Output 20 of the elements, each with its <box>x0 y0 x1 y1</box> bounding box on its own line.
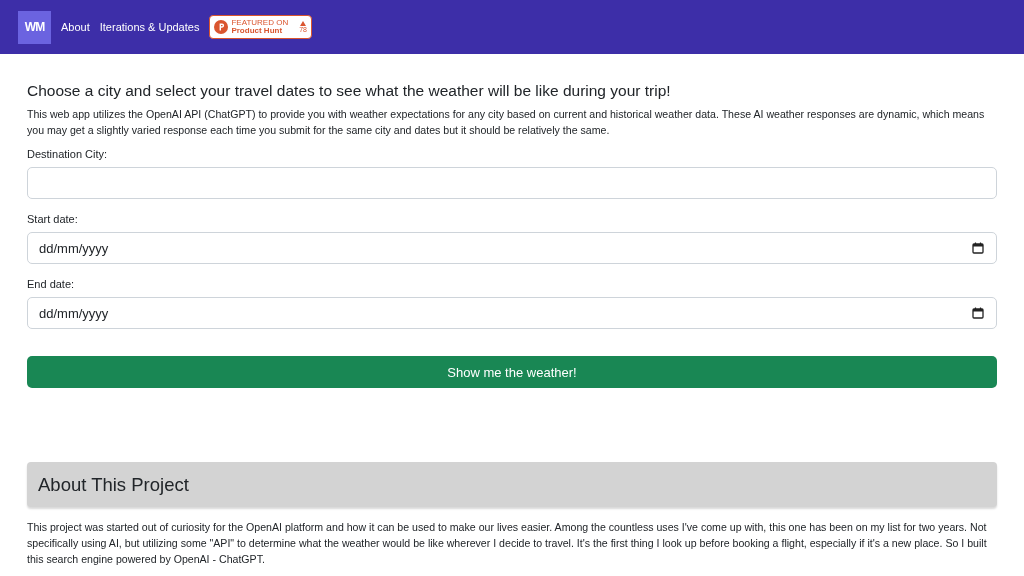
calendar-icon <box>972 242 984 254</box>
field-label: End date: <box>27 278 76 290</box>
page-heading: Choose a city and select your travel dates to see what the weather will be like during your trip! <box>27 82 672 100</box>
p-logo-icon <box>214 20 229 34</box>
intro-text: This web app utilizes the OpenAI API (ChatGPT) to provide you with weather expectations for any city based on current and historical weather data. These AI weather responses are dynamic, which means you may get a slightly varied response each time you submit for the same city and dates but it should be relatively the same. <box>27 107 986 138</box>
logo[interactable]: WM <box>18 10 51 44</box>
field-label: Start date: <box>27 213 79 225</box>
field-label: Destination City: <box>27 148 109 160</box>
city-input[interactable] <box>27 167 997 199</box>
nav-link[interactable]: About <box>61 21 90 33</box>
upvote-icon <box>300 21 307 26</box>
badge-title: Product Hunt <box>231 27 284 35</box>
section-title: About This Project <box>38 473 189 496</box>
nav-link[interactable]: Iterations & Updates <box>99 21 200 33</box>
calendar-icon <box>972 307 984 319</box>
badge-caption: FEATURED ON <box>231 19 289 27</box>
date-input[interactable]: dd/mm/yyyy <box>27 232 997 264</box>
about-text: This project was started out of curiosity for the OpenAI platform and how it can be used to make our lives easier. Among the countless uses I've come up with, this one has been on my list for two years. Not specifically using AI, but utilizing some "API" to determine what the weather would be like wherever I decide to travel. It's the first thing I look up before booking a flight, especially if it's a new place. So I built this search engine powered by OpenAI - ChatGPT. <box>27 520 988 567</box>
submit-button[interactable]: Show me the weather! <box>27 356 997 388</box>
date-input[interactable]: dd/mm/yyyy <box>27 297 997 329</box>
